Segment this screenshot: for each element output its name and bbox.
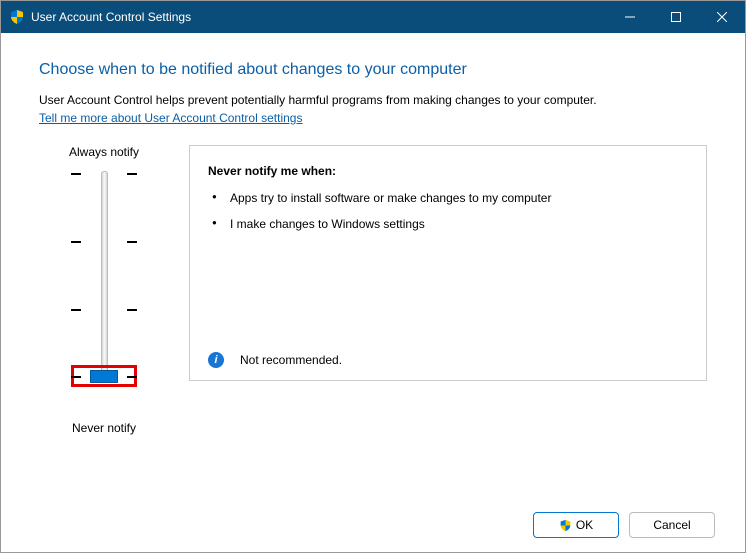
slider-track-wrapper: [39, 171, 169, 401]
cancel-button-label: Cancel: [653, 518, 690, 532]
panel-list: Apps try to install software or make cha…: [208, 190, 688, 242]
maximize-button[interactable]: [653, 1, 699, 33]
description-panel: Never notify me when: Apps try to instal…: [189, 145, 707, 381]
slider-tick: [71, 241, 137, 243]
slider-thumb-row: [71, 370, 137, 383]
panel-list-item: I make changes to Windows settings: [208, 216, 688, 232]
slider-column: Always notify Never notify: [39, 145, 169, 435]
minimize-button[interactable]: [607, 1, 653, 33]
main-row: Always notify Never notify Never notify …: [39, 145, 707, 435]
slider-track[interactable]: [101, 171, 108, 381]
shield-icon: [9, 9, 25, 25]
slider-label-always: Always notify: [39, 145, 169, 159]
titlebar: User Account Control Settings: [1, 1, 745, 33]
page-subtext: User Account Control helps prevent poten…: [39, 93, 707, 107]
ok-button-label: OK: [576, 518, 593, 532]
panel-title: Never notify me when:: [208, 164, 688, 178]
content-area: Choose when to be notified about changes…: [1, 33, 745, 435]
ok-button[interactable]: OK: [533, 512, 619, 538]
page-heading: Choose when to be notified about changes…: [39, 61, 707, 79]
slider-label-never: Never notify: [39, 421, 169, 435]
recommendation-row: i Not recommended.: [208, 352, 688, 368]
window-controls: [607, 1, 745, 33]
dialog-footer: OK Cancel: [533, 512, 715, 538]
learn-more-link[interactable]: Tell me more about User Account Control …: [39, 111, 302, 125]
slider-tick: [71, 173, 137, 175]
slider-tick: [127, 376, 137, 378]
slider-thumb[interactable]: [90, 370, 118, 383]
info-icon: i: [208, 352, 224, 368]
close-button[interactable]: [699, 1, 745, 33]
panel-list-item: Apps try to install software or make cha…: [208, 190, 688, 206]
slider-tick: [71, 376, 81, 378]
slider-tick: [71, 309, 137, 311]
shield-icon: [559, 519, 572, 532]
cancel-button[interactable]: Cancel: [629, 512, 715, 538]
window-title: User Account Control Settings: [31, 10, 607, 24]
recommendation-text: Not recommended.: [240, 353, 342, 367]
